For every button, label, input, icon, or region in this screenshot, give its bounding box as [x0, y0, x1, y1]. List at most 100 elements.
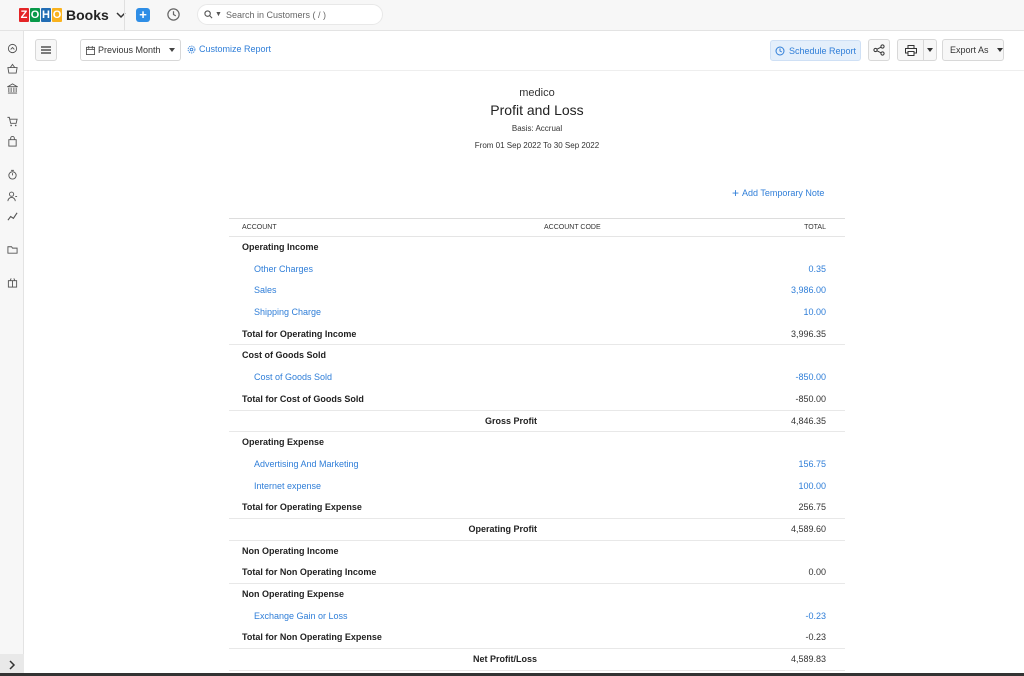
- customize-report-link[interactable]: Customize Report: [187, 44, 271, 54]
- folder-icon[interactable]: [7, 244, 18, 255]
- app-switcher[interactable]: Z O H O Books: [19, 7, 126, 23]
- table-row-item[interactable]: Internet expense 100.00: [229, 476, 845, 498]
- caret-down-icon: [927, 48, 933, 52]
- share-icon: [873, 44, 885, 56]
- export-as-label: Export As: [950, 45, 989, 55]
- schedule-report-button[interactable]: Schedule Report: [770, 40, 861, 61]
- row-label: Total for Operating Income: [242, 328, 357, 339]
- divider: [124, 0, 125, 31]
- table-row-total: Total for Operating Income 3,996.35: [229, 324, 845, 346]
- gear-icon: [187, 45, 196, 53]
- table-row-group: Operating Income: [229, 237, 845, 259]
- row-label: Total for Cost of Goods Sold: [242, 393, 364, 404]
- add-temporary-note-link[interactable]: + Add Temporary Note: [732, 186, 825, 200]
- box-icon[interactable]: [7, 277, 18, 288]
- report-basis: Basis: Accrual: [511, 124, 563, 133]
- table-row-total: Total for Operating Expense 256.75: [229, 497, 845, 519]
- user-icon[interactable]: [7, 191, 18, 202]
- row-label: Operating Profit: [468, 523, 537, 534]
- table-row-total: Total for Cost of Goods Sold -850.00: [229, 389, 845, 411]
- app-name: Books: [66, 7, 109, 23]
- account-link[interactable]: Sales: [254, 285, 277, 295]
- account-link[interactable]: Shipping Charge: [254, 307, 321, 317]
- row-amount[interactable]: 0.35: [808, 264, 826, 274]
- account-link[interactable]: Internet expense: [254, 481, 321, 491]
- history-icon[interactable]: [166, 7, 181, 22]
- customize-report-label: Customize Report: [199, 44, 272, 54]
- report-date-range: From 01 Sep 2022 To 30 Sep 2022: [474, 141, 600, 150]
- row-label: Cost of Goods Sold: [242, 350, 326, 361]
- table-row-total: Total for Non Operating Income 0.00: [229, 562, 845, 584]
- logo-letter-h: H: [41, 8, 51, 22]
- logo-letter-o2: O: [52, 8, 62, 22]
- table-row-group: Operating Expense: [229, 432, 845, 454]
- row-amount[interactable]: 100.00: [798, 481, 826, 491]
- row-label: Operating Income: [242, 242, 319, 252]
- print-options-dropdown[interactable]: [924, 40, 936, 60]
- row-label: Non Operating Expense: [242, 589, 345, 599]
- chart-icon[interactable]: [7, 211, 18, 222]
- column-header-total: TOTAL: [804, 224, 826, 231]
- row-label: Net Profit/Loss: [472, 654, 537, 665]
- caret-down-icon: [996, 48, 1003, 52]
- search-bar[interactable]: ▼: [197, 4, 383, 25]
- table-row-calc: Net Profit/Loss 4,589.83: [229, 649, 845, 671]
- row-amount[interactable]: 10.00: [803, 307, 826, 317]
- row-label: Non Operating Income: [242, 545, 339, 556]
- organization-name: medico: [519, 87, 555, 99]
- column-header-account-code: ACCOUNT CODE: [544, 224, 601, 231]
- table-body: Operating Income Other Charges 0.35 Sales 3,…: [229, 237, 845, 671]
- table-row-item[interactable]: Shipping Charge 10.00: [229, 302, 845, 324]
- menu-toggle-button[interactable]: [35, 39, 57, 61]
- table-row-item[interactable]: Sales 3,986.00: [229, 280, 845, 302]
- account-link[interactable]: Exchange Gain or Loss: [254, 611, 348, 621]
- printer-icon: [904, 44, 917, 56]
- chevron-right-icon: [9, 660, 16, 670]
- table-row-total: Total for Non Operating Expense -0.23: [229, 627, 845, 650]
- table-row-group: Non Operating Expense: [229, 584, 845, 606]
- search-icon: [204, 10, 213, 19]
- print-button[interactable]: [898, 40, 924, 60]
- search-input[interactable]: [225, 9, 366, 20]
- row-label: Gross Profit: [484, 415, 537, 426]
- clock-icon: [775, 46, 785, 55]
- table-row-item[interactable]: Other Charges 0.35: [229, 259, 845, 281]
- profit-loss-table: ACCOUNT ACCOUNT CODE TOTAL Operating Inc…: [229, 218, 845, 671]
- account-link[interactable]: Other Charges: [254, 264, 313, 274]
- share-button[interactable]: [868, 39, 890, 61]
- account-link[interactable]: Advertising And Marketing: [254, 459, 359, 469]
- plus-icon: +: [732, 186, 740, 200]
- row-label: Total for Non Operating Expense: [242, 632, 382, 643]
- row-amount: 4,589.83: [790, 654, 826, 665]
- account-link[interactable]: Cost of Goods Sold: [254, 372, 332, 382]
- table-row-calc: Gross Profit 4,846.35: [229, 411, 845, 433]
- table-row-group: Cost of Goods Sold: [229, 345, 845, 367]
- row-amount[interactable]: 3,986.00: [791, 285, 826, 295]
- row-amount[interactable]: -0.23: [805, 611, 826, 621]
- table-row-item[interactable]: Cost of Goods Sold -850.00: [229, 367, 845, 389]
- row-label: Operating Expense: [242, 437, 325, 448]
- quick-create-button[interactable]: +: [136, 8, 150, 22]
- home-icon[interactable]: [7, 43, 18, 54]
- row-amount: -850.00: [795, 393, 826, 404]
- basket-icon[interactable]: [7, 63, 18, 74]
- timer-icon[interactable]: [7, 169, 18, 180]
- row-amount[interactable]: 156.75: [798, 459, 826, 469]
- logo-letter-z: Z: [19, 8, 29, 22]
- table-row-group: Non Operating Income: [229, 541, 845, 563]
- search-scope-dropdown-icon[interactable]: ▼: [215, 11, 222, 18]
- report-period-select[interactable]: Previous Month: [80, 39, 181, 61]
- calendar-icon: [86, 45, 95, 55]
- hamburger-icon: [41, 46, 51, 54]
- row-amount: 4,589.60: [790, 523, 826, 534]
- row-label: Total for Non Operating Income: [242, 567, 377, 578]
- row-label: Total for Operating Expense: [242, 502, 362, 513]
- add-temporary-note-label: Add Temporary Note: [742, 188, 825, 198]
- table-row-item[interactable]: Advertising And Marketing 156.75: [229, 454, 845, 476]
- table-row-item[interactable]: Exchange Gain or Loss -0.23: [229, 606, 845, 628]
- top-bar: Z O H O Books + ▼: [0, 0, 1024, 31]
- table-header: ACCOUNT ACCOUNT CODE TOTAL: [229, 218, 845, 237]
- row-amount: 4,846.35: [790, 415, 826, 426]
- row-amount[interactable]: -850.00: [795, 372, 826, 382]
- export-as-button[interactable]: Export As: [942, 39, 1004, 61]
